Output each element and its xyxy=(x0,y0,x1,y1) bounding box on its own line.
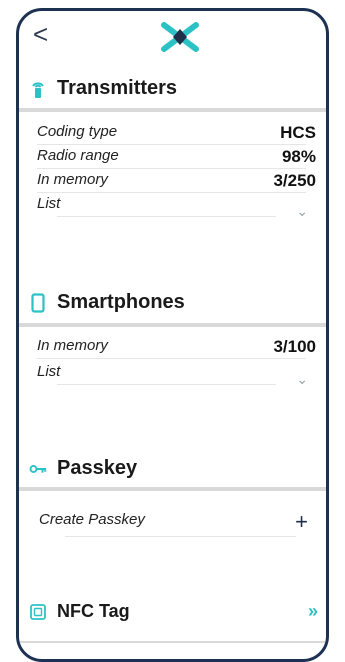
coding-type-label: Coding type xyxy=(37,123,118,140)
row-coding-type: Coding type HCS xyxy=(37,123,316,145)
double-chevron-right-icon[interactable]: » xyxy=(308,601,318,622)
smartphone-icon xyxy=(29,292,47,313)
smartphones-in-memory-label: In memory xyxy=(37,337,108,354)
nfc-icon xyxy=(29,603,47,620)
create-passkey-label: Create Passkey xyxy=(39,511,145,528)
section-passkey-title: Passkey xyxy=(29,457,137,480)
transmitters-in-memory-value: 3/250 xyxy=(273,171,316,190)
nfc-tag-heading: NFC Tag xyxy=(57,601,130,621)
passkey-heading: Passkey xyxy=(57,457,138,479)
section-smartphones-title: Smartphones xyxy=(29,291,185,314)
section-transmitters-title: Transmitters xyxy=(29,77,177,100)
key-icon xyxy=(29,463,47,475)
radio-range-value: 98% xyxy=(281,147,316,166)
back-button[interactable]: < xyxy=(33,21,48,47)
coding-type-value: HCS xyxy=(280,123,316,142)
plus-icon[interactable]: + xyxy=(295,509,308,535)
chevron-down-icon: ⌄ xyxy=(296,203,308,219)
create-passkey-row[interactable]: Create Passkey + xyxy=(37,509,316,537)
transmitters-list-dropdown[interactable]: List ⌄ xyxy=(37,195,316,219)
smartphones-list-label: List xyxy=(37,363,61,380)
smartphones-heading: Smartphones xyxy=(57,291,185,313)
transmitters-list-label: List xyxy=(37,195,61,212)
smartphones-list-dropdown[interactable]: List ⌄ xyxy=(37,363,316,387)
divider-passkey xyxy=(19,487,326,491)
transmitters-heading: Transmitters xyxy=(57,77,178,99)
row-radio-range: Radio range 98% xyxy=(37,147,316,169)
divider-smartphones xyxy=(19,323,326,327)
divider-transmitters xyxy=(19,108,326,112)
top-bar: < xyxy=(19,11,326,61)
row-smartphones-in-memory: In memory 3/100 xyxy=(37,337,316,359)
radio-range-label: Radio range xyxy=(37,147,119,164)
smartphones-in-memory-value: 3/100 xyxy=(273,337,316,356)
bottom-divider xyxy=(19,641,326,643)
row-transmitters-in-memory: In memory 3/250 xyxy=(37,171,316,193)
brand-logo-icon xyxy=(161,22,199,52)
phone-frame: < Transmitters Coding type HCS Radio ran… xyxy=(16,8,329,662)
transmitters-in-memory-label: In memory xyxy=(37,171,108,188)
transmitter-icon xyxy=(29,79,47,99)
nfc-tag-row[interactable]: NFC Tag xyxy=(29,601,130,622)
chevron-down-icon: ⌄ xyxy=(296,371,308,387)
